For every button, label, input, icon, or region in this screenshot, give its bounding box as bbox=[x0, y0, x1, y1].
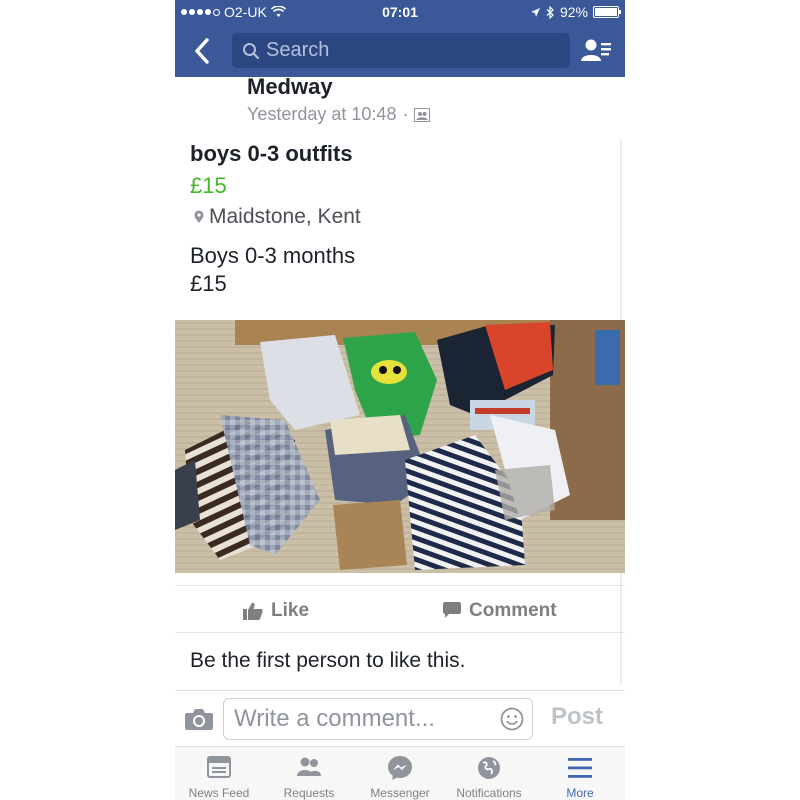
battery-percent: 92% bbox=[559, 4, 588, 20]
post-timestamp[interactable]: Yesterday at 10:48 bbox=[247, 104, 396, 125]
listing-location: Maidstone, Kent bbox=[193, 205, 361, 229]
likes-summary: Be the first person to like this. bbox=[190, 649, 466, 672]
group-audience-icon bbox=[414, 107, 431, 122]
globe-icon bbox=[478, 757, 500, 779]
post-actions: Like Comment bbox=[175, 588, 625, 633]
status-bar: O2-UK 07:01 92% bbox=[175, 0, 625, 26]
bluetooth-icon bbox=[546, 5, 554, 19]
location-pin-icon bbox=[194, 210, 204, 223]
tab-label: News Feed bbox=[188, 786, 250, 800]
friend-list-icon[interactable] bbox=[580, 37, 612, 65]
location-text: Maidstone, Kent bbox=[209, 205, 361, 228]
menu-icon bbox=[568, 758, 592, 778]
tab-news-feed[interactable]: News Feed bbox=[183, 747, 255, 800]
search-icon bbox=[243, 42, 260, 59]
news-feed-icon bbox=[207, 756, 231, 778]
tab-label: Messenger bbox=[370, 786, 430, 800]
description-line: Boys 0-3 months bbox=[190, 243, 356, 268]
comment-bubble-icon bbox=[443, 602, 461, 618]
search-placeholder: Search bbox=[266, 39, 330, 61]
post-meta: Yesterday at 10:48 · bbox=[247, 104, 431, 125]
listing-description: Boys 0-3 months £15 bbox=[190, 242, 355, 298]
seller-name[interactable]: Medway bbox=[247, 74, 333, 100]
post-comment-button[interactable]: Post bbox=[551, 703, 603, 731]
emoji-icon[interactable] bbox=[500, 707, 524, 731]
navigation-header: O2-UK 07:01 92% Search bbox=[175, 0, 625, 77]
listing-photo[interactable] bbox=[175, 320, 625, 573]
comment-label: Comment bbox=[469, 599, 557, 621]
description-line: £15 bbox=[190, 271, 227, 296]
bottom-tab-bar: News Feed Requests Messenger Notificatio… bbox=[175, 746, 625, 800]
comment-composer: Write a comment... Post bbox=[175, 690, 625, 747]
tab-label: Notifications bbox=[456, 786, 522, 800]
facebook-app: O2-UK 07:01 92% Search Medway Yesterday … bbox=[175, 0, 625, 800]
tab-label: Requests bbox=[283, 786, 335, 800]
listing-title: boys 0-3 outfits bbox=[190, 141, 353, 166]
like-button[interactable]: Like bbox=[243, 588, 309, 633]
tab-label: More bbox=[566, 786, 594, 800]
divider bbox=[175, 585, 625, 586]
camera-icon[interactable] bbox=[185, 708, 213, 730]
comment-input[interactable]: Write a comment... bbox=[223, 698, 533, 740]
meta-separator: · bbox=[402, 104, 409, 124]
messenger-icon bbox=[388, 756, 412, 780]
tab-requests[interactable]: Requests bbox=[273, 747, 345, 800]
comment-placeholder: Write a comment... bbox=[234, 705, 435, 732]
tab-more[interactable]: More bbox=[545, 747, 615, 800]
like-label: Like bbox=[271, 599, 310, 621]
tab-notifications[interactable]: Notifications bbox=[448, 747, 530, 800]
friend-requests-icon bbox=[297, 757, 321, 776]
comment-button[interactable]: Comment bbox=[443, 588, 557, 633]
back-chevron-icon[interactable] bbox=[191, 36, 215, 66]
listing-price: £15 bbox=[190, 173, 227, 198]
location-arrow-icon bbox=[530, 7, 540, 17]
battery-icon bbox=[593, 6, 621, 18]
search-input[interactable]: Search bbox=[232, 33, 570, 68]
thumbs-up-icon bbox=[243, 602, 263, 620]
divider bbox=[175, 632, 625, 633]
tab-messenger[interactable]: Messenger bbox=[362, 747, 438, 800]
